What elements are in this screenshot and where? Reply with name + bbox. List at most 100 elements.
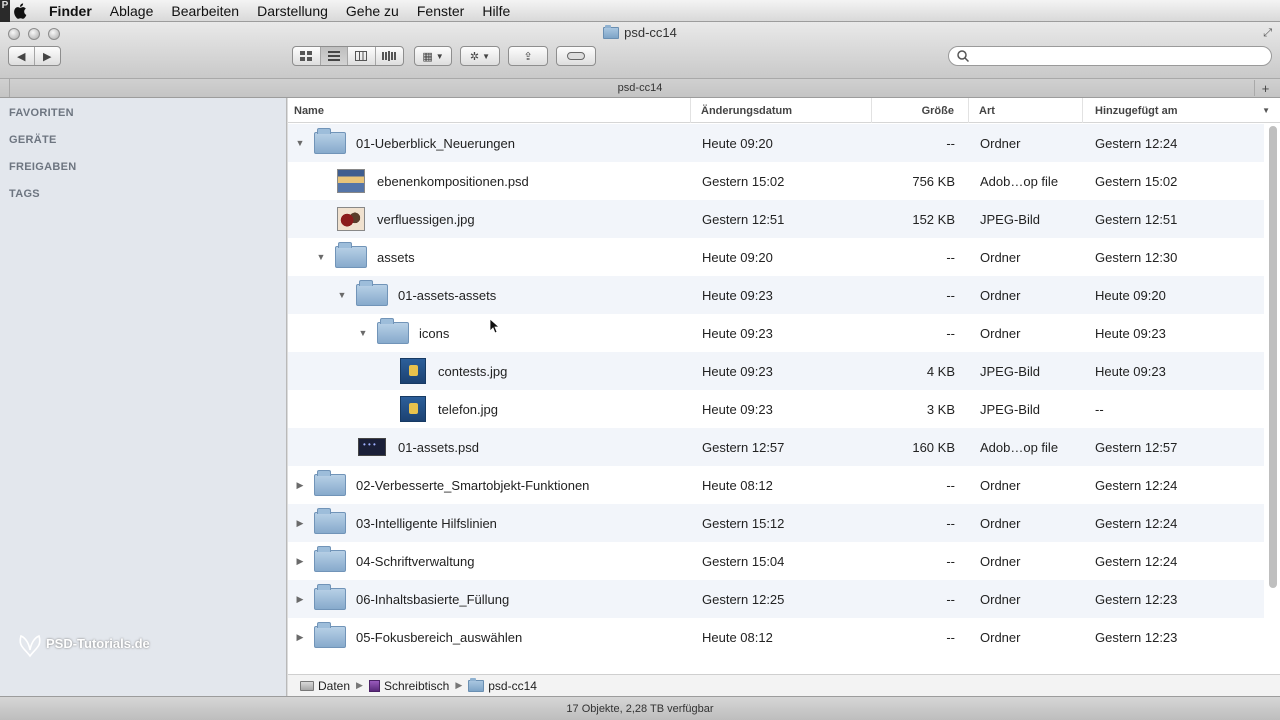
column-header-date[interactable]: Änderungsdatum bbox=[691, 98, 872, 123]
disclosure-open-icon[interactable]: ▼ bbox=[336, 289, 348, 301]
tags-button[interactable] bbox=[556, 46, 596, 66]
share-button[interactable]: ⇪ bbox=[508, 46, 548, 66]
name-cell: ▼ assets bbox=[288, 238, 688, 276]
disclosure-closed-icon[interactable]: ▶ bbox=[294, 479, 306, 491]
arrange-button[interactable]: ▦ ▼ bbox=[414, 46, 452, 66]
tag-icon bbox=[567, 52, 585, 60]
table-row[interactable]: ▶ 05-Fokusbereich_auswählen Heute 08:12 -- O… bbox=[288, 618, 1264, 656]
disclosure-closed-icon[interactable]: ▶ bbox=[294, 555, 306, 567]
table-row[interactable]: ▶ 02-Verbesserte_Smartobjekt-Funktionen He… bbox=[288, 466, 1264, 504]
disclosure-closed-icon[interactable]: ▶ bbox=[294, 631, 306, 643]
name-cell: ▼ 01-assets-assets bbox=[288, 276, 688, 314]
plus-icon: + bbox=[1261, 80, 1270, 96]
window-title-text: psd-cc14 bbox=[624, 25, 677, 40]
date-added: Heute 09:20 bbox=[1095, 287, 1166, 303]
file-name: 04-Schriftverwaltung bbox=[356, 553, 475, 569]
icon-view-button[interactable] bbox=[293, 47, 321, 65]
path-item-psd-cc14[interactable]: psd-cc14 bbox=[488, 679, 537, 693]
new-tab-button[interactable]: + bbox=[1254, 80, 1276, 96]
column-header-kind[interactable]: Art bbox=[969, 98, 1083, 123]
fullscreen-icon[interactable]: ⤢ bbox=[1263, 27, 1272, 40]
sidebar-section-freigaben[interactable]: FREIGABEN bbox=[0, 153, 286, 180]
back-forward-control: ◀ ▶ bbox=[8, 46, 61, 66]
menu-fenster[interactable]: Fenster bbox=[408, 3, 473, 19]
desktop-icon bbox=[368, 679, 380, 692]
file-kind: Ordner bbox=[980, 135, 1021, 151]
table-row[interactable]: ▼ icons Heute 09:23 -- Ordner Heute 09:23 bbox=[288, 314, 1264, 352]
folder-icon bbox=[335, 242, 367, 268]
table-row[interactable]: ▼ assets Heute 09:20 -- Ordner Gestern 12:30 bbox=[288, 238, 1264, 276]
disclosure-open-icon[interactable]: ▼ bbox=[315, 251, 327, 263]
sidebar-section-favoriten[interactable]: FAVORITEN bbox=[0, 99, 286, 126]
date-added: Heute 09:23 bbox=[1095, 325, 1166, 341]
table-row[interactable]: 01-assets.psd Gestern 12:57 160 KB Adob…op … bbox=[288, 428, 1264, 466]
search-field[interactable] bbox=[948, 46, 1272, 66]
file-name: 01-assets-assets bbox=[398, 287, 497, 303]
file-rows: ▼ 01-Ueberblick_Neuerungen Heute 09:20 -- Or… bbox=[288, 124, 1264, 656]
list-icon bbox=[327, 51, 340, 61]
table-row[interactable]: ▼ 01-Ueberblick_Neuerungen Heute 09:20 -- Or… bbox=[288, 124, 1264, 162]
table-row[interactable]: ▼ 01-assets-assets Heute 09:23 -- Ordner Heut… bbox=[288, 276, 1264, 314]
chevron-down-icon: ▼ bbox=[482, 51, 491, 61]
column-header-name[interactable]: Name bbox=[288, 98, 691, 123]
date-added: Heute 09:23 bbox=[1095, 363, 1166, 379]
menu-gehe-zu[interactable]: Gehe zu bbox=[337, 3, 408, 19]
disclosure-open-icon[interactable]: ▼ bbox=[357, 327, 369, 339]
tab-edge bbox=[0, 79, 10, 97]
sort-descending-icon[interactable]: ▼ bbox=[1262, 106, 1270, 115]
forward-button[interactable]: ▶ bbox=[35, 47, 60, 65]
menu-bearbeiten[interactable]: Bearbeiten bbox=[162, 3, 248, 19]
folder-icon bbox=[356, 280, 388, 306]
path-item-daten[interactable]: Daten bbox=[318, 679, 350, 693]
sidebar-section-tags[interactable]: TAGS bbox=[0, 180, 286, 207]
menu-ablage[interactable]: Ablage bbox=[101, 3, 163, 19]
arrange-grid-icon: ▦ bbox=[422, 50, 433, 63]
sidebar-section-geraete[interactable]: GERÄTE bbox=[0, 126, 286, 153]
menu-finder[interactable]: Finder bbox=[40, 3, 101, 19]
folder-icon bbox=[314, 546, 346, 572]
column-header-size[interactable]: Größe bbox=[872, 98, 969, 123]
back-button[interactable]: ◀ bbox=[9, 47, 35, 65]
table-row[interactable]: ▶ 06-Inhaltsbasierte_Füllung Gestern 12:25… bbox=[288, 580, 1264, 618]
name-cell: ▶ 02-Verbesserte_Smartobjekt-Funktionen bbox=[288, 466, 688, 504]
file-kind: Adob…op file bbox=[980, 439, 1059, 455]
watermark-text: PSD-Tutorials.de bbox=[46, 635, 150, 651]
table-row[interactable]: ▶ 03-Intelligente Hilfslinien Gestern 15:1… bbox=[288, 504, 1264, 542]
action-button[interactable]: ✲ ▼ bbox=[460, 46, 500, 66]
file-size: 152 KB bbox=[912, 211, 955, 227]
modified-date: Gestern 15:04 bbox=[702, 553, 785, 569]
menu-darstellung[interactable]: Darstellung bbox=[248, 3, 337, 19]
path-item-schreibtisch[interactable]: Schreibtisch bbox=[384, 679, 449, 693]
modified-date: Heute 09:20 bbox=[702, 249, 773, 265]
hard-drive-icon bbox=[300, 680, 314, 691]
table-row[interactable]: telefon.jpg Heute 09:23 3 KB JPEG-Bild -- bbox=[288, 390, 1264, 428]
column-header-added[interactable]: Hinzugefügt am ▼ bbox=[1083, 98, 1280, 123]
vertical-scrollbar[interactable] bbox=[1269, 126, 1277, 588]
menu-hilfe[interactable]: Hilfe bbox=[473, 3, 519, 19]
psd-file-icon bbox=[358, 438, 386, 456]
file-size: -- bbox=[946, 553, 955, 569]
search-input[interactable] bbox=[973, 49, 1271, 63]
column-view-button[interactable] bbox=[348, 47, 376, 65]
butterfly-logo-icon bbox=[19, 634, 41, 658]
file-kind: Ordner bbox=[980, 249, 1021, 265]
window-titlebar: psd-cc14 ⤢ ◀ ▶ ▦ ▼ ✲ ▼ ⇪ bbox=[0, 22, 1280, 78]
column-header-added-label: Hinzugefügt am bbox=[1095, 104, 1178, 117]
table-row[interactable]: ▶ 04-Schriftverwaltung Gestern 15:04 -- Ordn… bbox=[288, 542, 1264, 580]
table-row[interactable]: verfluessigen.jpg Gestern 12:51 152 KB JPEG… bbox=[288, 200, 1264, 238]
disclosure-open-icon[interactable]: ▼ bbox=[294, 137, 306, 149]
file-size: -- bbox=[946, 629, 955, 645]
coverflow-view-button[interactable] bbox=[376, 47, 403, 65]
list-view-button[interactable] bbox=[320, 47, 348, 65]
disclosure-closed-icon[interactable]: ▶ bbox=[294, 517, 306, 529]
file-kind: JPEG-Bild bbox=[980, 363, 1040, 379]
table-row[interactable]: contests.jpg Heute 09:23 4 KB JPEG-Bild Heut… bbox=[288, 352, 1264, 390]
modified-date: Heute 09:23 bbox=[702, 325, 773, 341]
file-kind: Ordner bbox=[980, 287, 1021, 303]
disclosure-closed-icon[interactable]: ▶ bbox=[294, 593, 306, 605]
corner-badge: P bbox=[0, 0, 10, 22]
tab-title[interactable]: psd-cc14 bbox=[618, 82, 663, 94]
file-kind: Ordner bbox=[980, 629, 1021, 645]
table-row[interactable]: ebenenkompositionen.psd Gestern 15:02 756 … bbox=[288, 162, 1264, 200]
